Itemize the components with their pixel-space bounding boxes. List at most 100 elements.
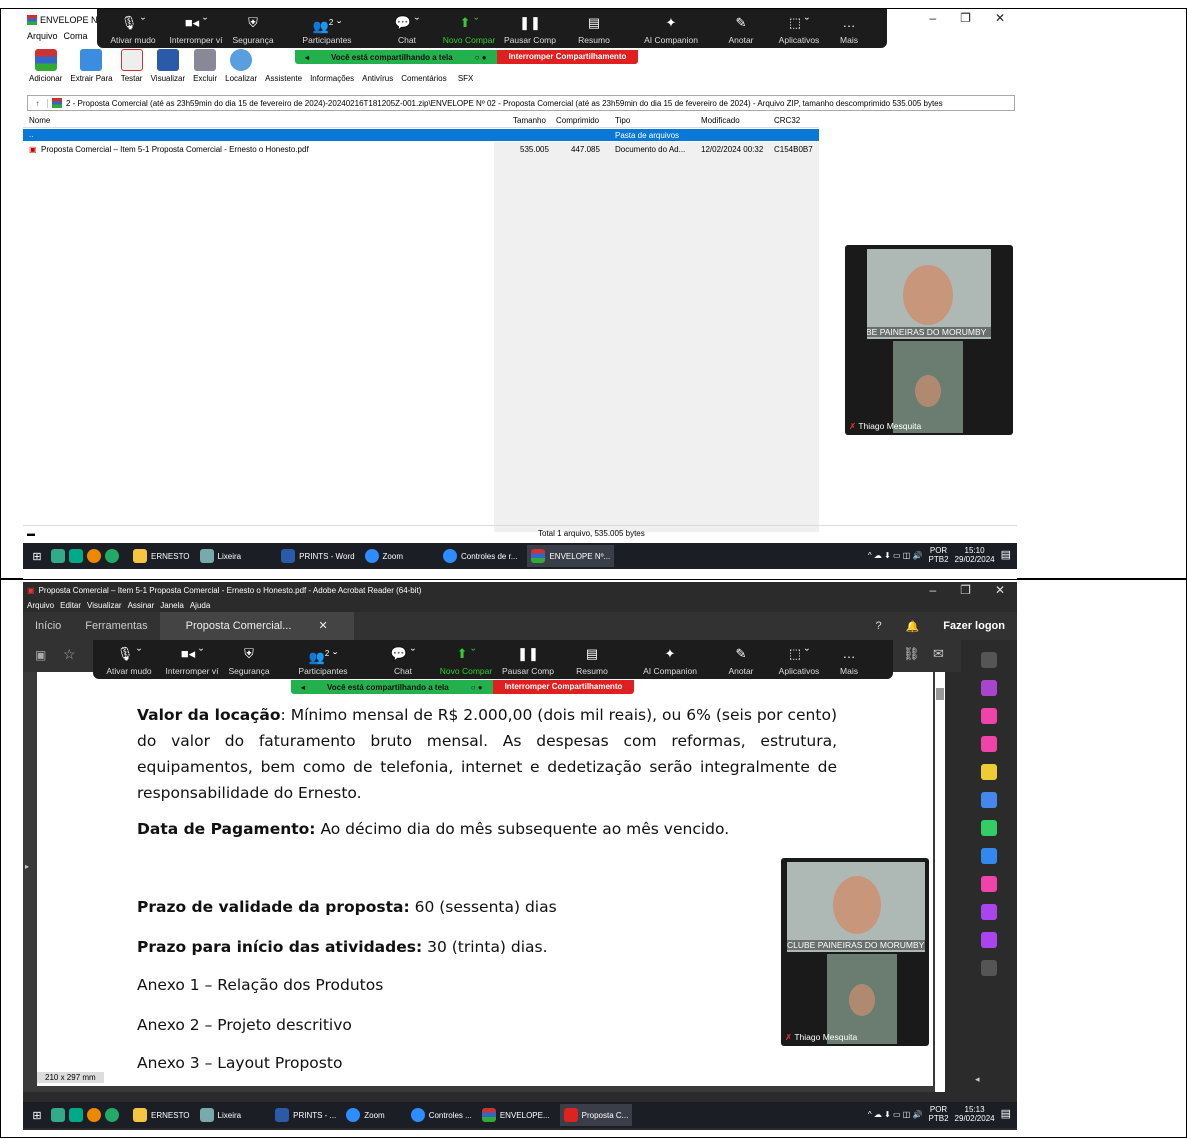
taskbar-item[interactable]: PRINTS - Word xyxy=(281,549,355,563)
apps-button[interactable]: ⬚ ˇ Aplicativos xyxy=(769,15,829,45)
pause-share-button[interactable]: ❚❚ Pausar Comp xyxy=(501,15,559,45)
security-button[interactable]: ⛨ Segurança xyxy=(229,15,277,45)
taskbar-item[interactable]: Zoom xyxy=(364,549,403,563)
apps-button[interactable]: ⬚ ˇ Aplicativos xyxy=(769,646,829,676)
new-share-button[interactable]: ⬆ ˇ Novo Compar xyxy=(433,646,499,676)
annotate-button[interactable]: ✎ Anotar xyxy=(713,646,769,676)
stop-video-button[interactable]: ■◂ ˇ Interromper ví xyxy=(163,15,229,45)
video-panel[interactable]: CLUBE PAINEIRAS DO MORUMBY ✗ Thiago Mesq… xyxy=(845,245,1013,435)
notification-icon[interactable]: ▤ xyxy=(1001,1108,1011,1119)
chat-button[interactable]: 💬 ˇ Chat xyxy=(377,15,437,45)
col-tipo[interactable]: Tipo xyxy=(615,116,630,125)
menu-editar[interactable]: Editar xyxy=(60,601,81,610)
summary-button[interactable]: ▤ Resumo xyxy=(559,15,629,45)
organize-icon[interactable] xyxy=(981,708,997,724)
create-pdf-icon[interactable] xyxy=(981,736,997,752)
security-button[interactable]: ⛨ Segurança xyxy=(225,646,273,676)
clock-time[interactable]: 15:10 xyxy=(965,546,985,555)
table-row[interactable]: .. Pasta de arquivos xyxy=(23,129,819,141)
col-nome[interactable]: Nome xyxy=(29,116,50,125)
close-button[interactable]: ✕ xyxy=(995,583,1005,597)
summary-button[interactable]: ▤ Resumo xyxy=(557,646,627,676)
chat-button[interactable]: 💬 ˇ Chat xyxy=(373,646,433,676)
menu-comandos[interactable]: Coma xyxy=(64,31,88,41)
restore-button[interactable]: ❐ xyxy=(960,583,971,597)
taskbar-item[interactable]: Lixeira xyxy=(199,549,241,563)
scrollbar[interactable] xyxy=(935,672,945,1092)
taskbar-item[interactable]: Proposta C... xyxy=(559,1104,633,1126)
mute-button[interactable]: 🎙 ˇ Ativar mudo xyxy=(103,15,163,45)
ai-companion-button[interactable]: ✦ AI Companion xyxy=(629,15,713,45)
menu-arquivo[interactable]: Arquivo xyxy=(27,601,54,610)
collapse-panel-icon[interactable]: ◂ xyxy=(975,1074,980,1085)
menu-assinar[interactable]: Assinar xyxy=(128,601,155,610)
add-button[interactable]: Adicionar xyxy=(27,49,64,93)
mail-icon[interactable]: ✉ xyxy=(933,646,944,662)
participants-button[interactable]: 👥2 ˇ Participantes xyxy=(277,15,377,45)
participants-button[interactable]: 👥2 ˇ Participantes xyxy=(273,646,373,676)
up-arrow-icon[interactable]: ↑ xyxy=(28,98,48,108)
taskbar-item[interactable]: ENVELOPE... xyxy=(481,1108,550,1122)
lang-indicator[interactable]: POR xyxy=(930,546,947,555)
zoom-in-icon[interactable] xyxy=(981,652,997,668)
save-icon[interactable]: ▣ xyxy=(35,648,46,662)
menu-ajuda[interactable]: Ajuda xyxy=(190,601,210,610)
more-button[interactable]: … Mais xyxy=(829,15,869,45)
bell-icon[interactable]: 🔔 xyxy=(894,620,932,633)
col-modificado[interactable]: Modificado xyxy=(701,116,740,125)
address-bar[interactable]: ↑ 2 - Proposta Comercial (até as 23h59mi… xyxy=(27,95,1015,111)
sharing-controls-icon[interactable]: ○ ● xyxy=(471,683,483,692)
stop-video-button[interactable]: ■◂ ˇ Interromper ví xyxy=(159,646,225,676)
annotate-button[interactable]: ✎ Anotar xyxy=(713,15,769,45)
star-icon[interactable]: ☆ xyxy=(63,646,76,663)
ai-companion-button[interactable]: ✦ AI Companion xyxy=(627,646,713,676)
col-tamanho[interactable]: Tamanho xyxy=(513,116,546,125)
tab-inicio[interactable]: Início xyxy=(23,620,73,632)
start-icon[interactable]: ⊞ xyxy=(23,1109,51,1122)
sign-icon[interactable] xyxy=(981,876,997,892)
tray-icons[interactable]: ^ ☁ ⬇ ▭ ◫ 🔊 xyxy=(868,551,923,560)
delete-button[interactable]: Excluir xyxy=(191,49,219,93)
combine-icon[interactable] xyxy=(981,792,997,808)
clock-time[interactable]: 15:13 xyxy=(965,1105,985,1114)
menu-janela[interactable]: Janela xyxy=(160,601,184,610)
expand-left-icon[interactable]: ▸ xyxy=(25,862,29,871)
menu-visualizar[interactable]: Visualizar xyxy=(87,601,122,610)
help-icon[interactable]: ? xyxy=(863,620,893,632)
stop-share-button[interactable]: Interromper Compartilhamento xyxy=(492,680,635,694)
taskbar-item[interactable]: Controles de r... xyxy=(442,549,517,563)
minimize-button[interactable]: – xyxy=(929,583,936,597)
minimize-button[interactable]: – xyxy=(929,11,936,25)
tab-document[interactable]: Proposta Comercial... ✕ xyxy=(159,612,354,640)
more-button[interactable]: … Mais xyxy=(829,646,869,676)
sharing-controls-icon[interactable]: ○ ● xyxy=(475,53,487,62)
mute-button[interactable]: 🎙 ˇ Ativar mudo xyxy=(99,646,159,676)
pause-share-button[interactable]: ❚❚ Pausar Comp xyxy=(499,646,557,676)
start-icon[interactable]: ⊞ xyxy=(23,550,51,563)
comment-icon[interactable] xyxy=(981,764,997,780)
taskbar-item[interactable]: Zoom xyxy=(346,1108,385,1122)
lang-indicator[interactable]: POR xyxy=(930,1105,947,1114)
find-button[interactable]: Localizar xyxy=(223,49,259,93)
view-button[interactable]: Visualizar xyxy=(149,49,188,93)
table-row[interactable]: ▣ Proposta Comercial – Item 5-1 Proposta… xyxy=(23,143,819,155)
test-button[interactable]: Testar xyxy=(119,49,145,93)
menu-arquivo[interactable]: Arquivo xyxy=(27,31,58,41)
col-comprimido[interactable]: Comprimido xyxy=(556,116,599,125)
taskbar-item[interactable]: PRINTS - ... xyxy=(275,1108,336,1122)
login-button[interactable]: Fazer logon xyxy=(931,620,1017,632)
request-signature-icon[interactable] xyxy=(981,932,997,948)
col-crc32[interactable]: CRC32 xyxy=(774,116,800,125)
new-share-button[interactable]: ⬆ ˇ Novo Compar xyxy=(437,15,501,45)
excel-icon[interactable] xyxy=(981,820,997,836)
taskbar-item[interactable]: Controles ... xyxy=(410,1108,472,1122)
more-tools-icon[interactable] xyxy=(981,960,997,976)
compress-icon[interactable] xyxy=(981,848,997,864)
notification-icon[interactable]: ▤ xyxy=(1001,549,1011,560)
video-panel[interactable]: CLUBE PAINEIRAS DO MORUMBY ✗ Thiago Mesq… xyxy=(781,858,929,1046)
tab-ferramentas[interactable]: Ferramentas xyxy=(73,620,159,632)
link-icon[interactable]: ⛓ xyxy=(903,646,920,662)
scan-icon[interactable] xyxy=(981,904,997,920)
taskbar-item[interactable]: ERNESTO xyxy=(133,549,190,563)
close-button[interactable]: ✕ xyxy=(995,11,1005,25)
